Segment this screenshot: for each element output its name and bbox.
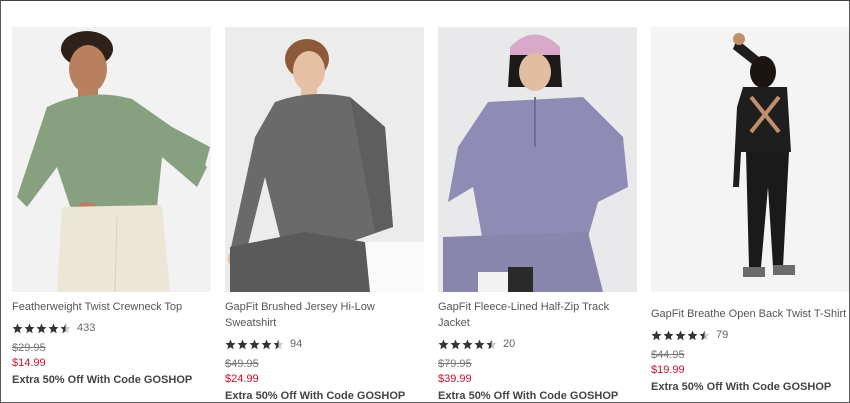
star-icon bbox=[438, 339, 449, 349]
review-count: 94 bbox=[290, 338, 303, 350]
star-icon bbox=[687, 330, 698, 340]
promo-text: Extra 50% Off With Code GOSHOP bbox=[12, 374, 193, 386]
product-name[interactable]: Featherweight Twist Crewneck Top bbox=[12, 299, 211, 315]
rating-stars bbox=[438, 339, 498, 350]
star-icon bbox=[249, 339, 260, 349]
original-price: $79.95 bbox=[438, 358, 472, 370]
star-icon bbox=[663, 330, 674, 340]
product-image[interactable] bbox=[12, 27, 211, 292]
rating-stars bbox=[651, 330, 711, 341]
sale-price: $24.99 bbox=[225, 373, 259, 385]
sale-price: $39.99 bbox=[438, 373, 472, 385]
product-rating: 94 bbox=[225, 337, 424, 351]
product-card-3[interactable]: GapFit Fleece-Lined Half-Zip Track Jacke… bbox=[438, 27, 637, 402]
star-icon bbox=[237, 339, 248, 349]
product-name[interactable]: GapFit Brushed Jersey Hi-Low Sweatshirt bbox=[225, 299, 424, 331]
product-image[interactable] bbox=[438, 27, 637, 292]
product-rating: 20 bbox=[438, 337, 637, 351]
original-price: $44.95 bbox=[651, 349, 685, 361]
original-price: $49.95 bbox=[225, 358, 259, 370]
sale-price: $14.99 bbox=[12, 357, 46, 369]
model-photo bbox=[438, 27, 637, 292]
product-rating: 433 bbox=[12, 321, 211, 335]
product-image[interactable] bbox=[225, 27, 424, 292]
star-icon bbox=[24, 323, 35, 333]
review-count: 433 bbox=[77, 322, 96, 334]
sale-price: $19.99 bbox=[651, 364, 685, 376]
review-count: 20 bbox=[503, 338, 516, 350]
product-name[interactable]: GapFit Breathe Open Back Twist T-Shirt bbox=[651, 306, 849, 322]
half-star-icon bbox=[273, 339, 284, 349]
star-icon bbox=[36, 323, 47, 333]
star-icon bbox=[261, 339, 272, 349]
product-card-4[interactable]: GapFit Breathe Open Back Twist T-Shirt 7… bbox=[651, 27, 849, 394]
rating-stars bbox=[225, 339, 285, 350]
star-icon bbox=[651, 330, 662, 340]
star-icon bbox=[675, 330, 686, 340]
star-icon bbox=[12, 323, 23, 333]
product-image[interactable] bbox=[651, 27, 849, 292]
model-photo bbox=[651, 27, 849, 292]
product-grid: Featherweight Twist Crewneck Top 433 $29… bbox=[0, 0, 850, 403]
star-icon bbox=[474, 339, 485, 349]
rating-stars bbox=[12, 323, 72, 334]
half-star-icon bbox=[486, 339, 497, 349]
product-rating: 79 bbox=[651, 328, 849, 342]
product-card-2[interactable]: GapFit Brushed Jersey Hi-Low Sweatshirt … bbox=[225, 27, 424, 402]
star-icon bbox=[48, 323, 59, 333]
product-card-1[interactable]: Featherweight Twist Crewneck Top 433 $29… bbox=[12, 27, 211, 387]
promo-text: Extra 50% Off With Code GOSHOP bbox=[438, 390, 619, 402]
model-photo bbox=[225, 27, 424, 292]
half-star-icon bbox=[699, 330, 710, 340]
star-icon bbox=[450, 339, 461, 349]
product-name[interactable]: GapFit Fleece-Lined Half-Zip Track Jacke… bbox=[438, 299, 637, 331]
promo-text: Extra 50% Off With Code GOSHOP bbox=[651, 381, 832, 393]
half-star-icon bbox=[60, 323, 71, 333]
star-icon bbox=[462, 339, 473, 349]
model-photo bbox=[12, 27, 211, 292]
star-icon bbox=[225, 339, 236, 349]
original-price: $29.95 bbox=[12, 342, 46, 354]
promo-text: Extra 50% Off With Code GOSHOP bbox=[225, 390, 406, 402]
review-count: 79 bbox=[716, 329, 729, 341]
